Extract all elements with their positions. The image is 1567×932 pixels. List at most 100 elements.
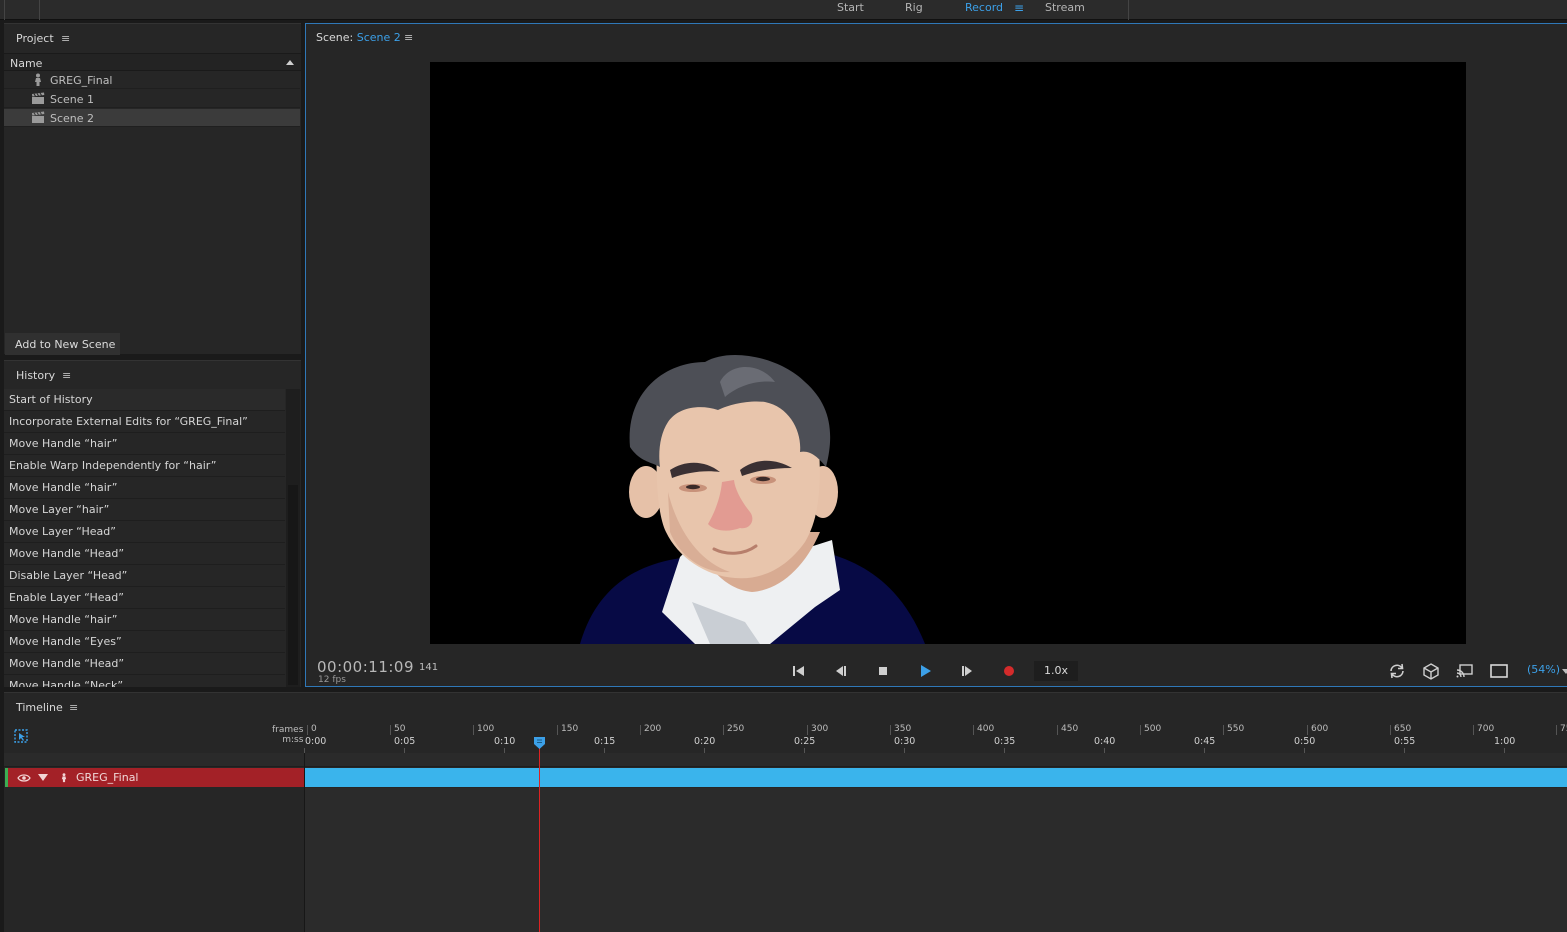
loop-icon — [1390, 663, 1404, 679]
playhead-line[interactable] — [539, 737, 540, 932]
timeline-ruler[interactable]: 0 50 100 150 200 250 300 350 400 450 500… — [304, 721, 1567, 754]
expand-triangle-icon[interactable] — [38, 774, 48, 782]
select-icon — [14, 729, 28, 743]
time-tick: 0:30 — [894, 736, 916, 747]
time-tick: 0:25 — [794, 736, 816, 747]
history-item[interactable]: Incorporate External Edits for “GREG_Fin… — [4, 411, 285, 433]
panel-title: Timeline — [16, 701, 63, 714]
workspace-tab-start[interactable]: Start — [837, 1, 864, 14]
play-button[interactable] — [914, 661, 936, 681]
divider — [1128, 0, 1129, 20]
hamburger-icon[interactable]: ≡ — [1014, 1, 1024, 15]
playback-speed-button[interactable]: 1.0x — [1034, 661, 1078, 681]
history-item[interactable]: Move Layer “Head” — [4, 521, 285, 543]
frame-icon — [1490, 664, 1508, 678]
toolbar-grip[interactable] — [4, 0, 40, 20]
workspace-tab-rig[interactable]: Rig — [905, 1, 923, 14]
project-item-scene[interactable]: Scene 1 — [4, 90, 300, 108]
ruler-time-label: m:ss — [282, 735, 304, 745]
panel-title: Project — [16, 32, 54, 45]
panel-header: Project ≡ — [4, 24, 301, 52]
panel-header: Timeline ≡ — [4, 693, 1567, 721]
history-item[interactable]: Start of History — [4, 389, 285, 411]
scene-name[interactable]: Scene 2 — [357, 31, 401, 44]
timeline-panel: Timeline ≡ frames m:ss 0 50 100 150 200 … — [4, 692, 1567, 932]
record-icon — [1004, 666, 1014, 676]
workspace-tab-record[interactable]: Record — [965, 1, 1003, 14]
stop-button[interactable] — [872, 661, 894, 681]
ruler-frames-label: frames — [272, 725, 304, 735]
history-item[interactable]: Move Handle “Neck” — [4, 675, 285, 687]
history-item[interactable]: Move Handle “Head” — [4, 653, 285, 675]
puppet-icon — [61, 773, 67, 783]
history-item[interactable]: Move Handle “Eyes” — [4, 631, 285, 653]
history-panel: History ≡ Start of History Incorporate E… — [4, 360, 301, 687]
add-to-new-scene-button[interactable]: Add to New Scene — [5, 333, 120, 355]
loop-button[interactable] — [1386, 661, 1408, 681]
workspace-tab-stream[interactable]: Stream — [1045, 1, 1085, 14]
record-button[interactable] — [998, 661, 1020, 681]
chevron-down-icon[interactable] — [1562, 669, 1567, 674]
play-icon — [921, 665, 931, 677]
eye-icon[interactable] — [17, 772, 31, 784]
hamburger-icon[interactable]: ≡ — [404, 31, 413, 44]
time-tick: 1:00 — [1494, 736, 1516, 747]
scrollbar-thumb[interactable] — [288, 485, 298, 685]
puppet-icon — [35, 73, 41, 86]
column-label: Name — [10, 57, 43, 70]
time-tick: 0:55 — [1394, 736, 1416, 747]
frame-tick: 50 — [390, 725, 405, 735]
history-item[interactable]: Move Handle “hair” — [4, 477, 285, 499]
frame-tick: 200 — [640, 725, 661, 735]
track-header-puppet[interactable]: GREG_Final — [5, 768, 304, 787]
frame-tick: 700 — [1473, 725, 1494, 735]
zoom-level[interactable]: (54%) — [1527, 663, 1560, 676]
time-tick: 0:50 — [1294, 736, 1316, 747]
history-item[interactable]: Disable Layer “Head” — [4, 565, 285, 587]
history-list: Start of History Incorporate External Ed… — [4, 389, 285, 687]
fps-label: 12 fps — [318, 675, 346, 685]
frame-tick: 250 — [723, 725, 744, 735]
go-to-start-button[interactable] — [787, 661, 809, 681]
history-item[interactable]: Move Handle “hair” — [4, 433, 285, 455]
track-content-area[interactable] — [305, 788, 1567, 932]
frame-tick: 100 — [473, 725, 494, 735]
hamburger-icon[interactable]: ≡ — [61, 32, 70, 45]
history-item[interactable]: Move Handle “hair” — [4, 609, 285, 631]
track-list-area — [4, 788, 304, 932]
workspace-bar: Start Rig Record ≡ Stream — [0, 0, 1567, 20]
frame-tick: 150 — [557, 725, 578, 735]
clapperboard-icon — [32, 111, 45, 123]
history-item[interactable]: Enable Warp Independently for “hair” — [4, 455, 285, 477]
project-item-scene-selected[interactable]: Scene 2 — [4, 109, 300, 127]
column-header-name[interactable]: Name — [4, 53, 301, 71]
history-item[interactable]: Move Handle “Head” — [4, 543, 285, 565]
pupil-left — [686, 484, 700, 490]
fit-to-window-button[interactable] — [1488, 661, 1510, 681]
step-back-button[interactable] — [830, 661, 852, 681]
mercury-transmit-button[interactable] — [1454, 661, 1476, 681]
timeline-select-tool[interactable] — [14, 729, 28, 743]
hamburger-icon[interactable]: ≡ — [69, 701, 78, 714]
panel-header: History ≡ — [4, 361, 301, 389]
project-item-puppet[interactable]: GREG_Final — [4, 71, 300, 89]
track-clip-bar[interactable] — [305, 768, 1567, 787]
history-item[interactable]: Move Layer “hair” — [4, 499, 285, 521]
step-forward-button[interactable] — [956, 661, 978, 681]
physics-toggle-button[interactable] — [1420, 661, 1442, 681]
scene-title: Scene: Scene 2 — [316, 31, 401, 44]
item-label: GREG_Final — [50, 74, 113, 87]
time-tick: 0:45 — [1194, 736, 1216, 747]
frame-tick: 450 — [1057, 725, 1078, 735]
frame-tick: 500 — [1140, 725, 1161, 735]
frame-tick: 75 — [1556, 725, 1567, 735]
project-panel: Project ≡ Name GREG_Final Scene 1 Scene … — [4, 23, 301, 355]
history-scrollbar[interactable] — [286, 389, 300, 687]
frame-tick: 650 — [1390, 725, 1411, 735]
history-item[interactable]: Enable Layer “Head” — [4, 587, 285, 609]
playhead-handle-icon[interactable] — [534, 737, 545, 749]
hamburger-icon[interactable]: ≡ — [62, 369, 71, 382]
scene-stage[interactable] — [430, 62, 1466, 644]
time-tick: 0:40 — [1094, 736, 1116, 747]
item-label: Scene 1 — [50, 93, 95, 106]
